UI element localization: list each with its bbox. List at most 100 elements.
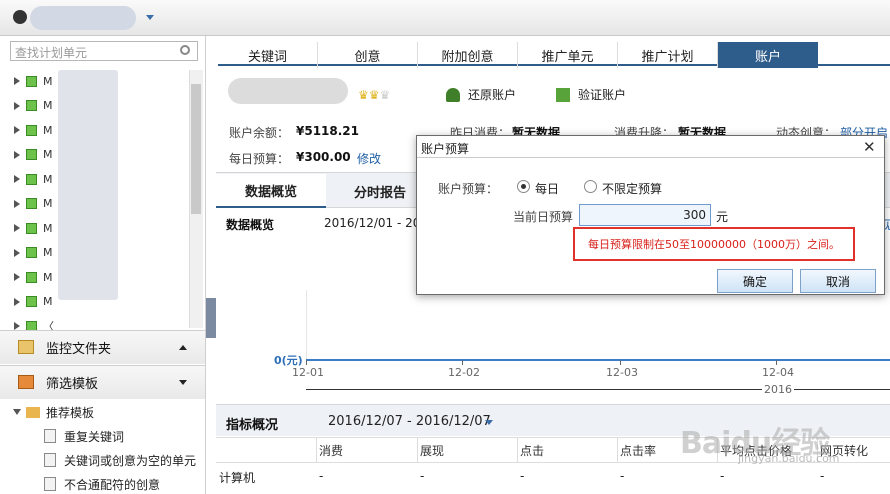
search-icon[interactable] bbox=[180, 45, 190, 55]
balance-label: 账户余额： bbox=[229, 126, 290, 140]
tree-row-label: M bbox=[43, 74, 53, 88]
chart-x-tick bbox=[620, 360, 621, 365]
verify-check-icon bbox=[556, 87, 570, 102]
chart-x-tick bbox=[306, 360, 307, 365]
column-divider bbox=[617, 437, 618, 463]
daily-budget-value: ¥300.00 bbox=[296, 150, 351, 164]
dialog-close-icon[interactable]: ✕ bbox=[863, 138, 876, 156]
chart-year-line bbox=[306, 389, 890, 390]
expand-triangle-icon[interactable] bbox=[14, 126, 20, 134]
budget-dialog: 账户预算 ✕ 账户预算： 每日 不限定预算 当前日预算 300 元 每日预算限制… bbox=[416, 135, 885, 295]
plan-icon bbox=[26, 75, 37, 87]
filter-template-panel[interactable]: 筛选模板 bbox=[0, 365, 205, 399]
expand-down-icon[interactable] bbox=[179, 380, 187, 385]
radio-daily-label[interactable]: 每日 bbox=[535, 180, 559, 197]
plan-icon bbox=[26, 296, 37, 307]
modify-budget-link[interactable]: 修改 bbox=[357, 150, 381, 167]
dialog-title-bar bbox=[417, 136, 884, 158]
expand-triangle-icon[interactable] bbox=[14, 273, 20, 281]
column-divider bbox=[417, 437, 418, 463]
template-folder-icon bbox=[26, 406, 40, 418]
rating-icons: ♛♛♛ bbox=[358, 88, 391, 102]
template-item-label: 重复关键词 bbox=[64, 429, 125, 444]
chart-x-tick-label: 12-01 bbox=[292, 366, 324, 379]
tree-row-label: M bbox=[43, 295, 53, 308]
chart-plot-area bbox=[306, 290, 890, 360]
tree-names-blurred bbox=[58, 70, 118, 300]
dialog-title: 账户预算 bbox=[421, 142, 470, 156]
expand-triangle-icon[interactable] bbox=[14, 297, 20, 306]
template-item-label: 不合通配符的创意 bbox=[64, 477, 161, 492]
tab-0[interactable]: 关键词 bbox=[218, 42, 318, 68]
user-menu-chevron-icon[interactable] bbox=[146, 15, 154, 20]
restore-account-button[interactable]: 还原账户 bbox=[446, 86, 516, 103]
budget-amount-input[interactable]: 300 bbox=[579, 204, 711, 226]
tab-4[interactable]: 推广计划 bbox=[618, 42, 718, 68]
monitor-folder-panel[interactable]: 监控文件夹 bbox=[0, 330, 205, 364]
expand-triangle-icon[interactable] bbox=[14, 224, 20, 232]
daily-budget-label: 每日预算： bbox=[229, 152, 290, 166]
expand-triangle-icon[interactable] bbox=[14, 248, 20, 257]
template-item[interactable]: 重复关键词 bbox=[44, 426, 124, 446]
cancel-button[interactable]: 取消 bbox=[800, 269, 876, 293]
tree-row-label: M bbox=[43, 270, 53, 284]
tab-1[interactable]: 创意 bbox=[318, 42, 418, 68]
baidu-watermark-url: jingyan.baidu.com bbox=[738, 452, 840, 465]
metrics-title: 指标概况 bbox=[226, 418, 279, 433]
metrics-column-header: 点击率 bbox=[620, 444, 657, 458]
ok-button[interactable]: 确定 bbox=[717, 269, 793, 293]
tab-hourly-report[interactable]: 分时报告 bbox=[334, 174, 426, 208]
plan-icon bbox=[26, 173, 37, 185]
budget-warning-text: 每日预算限制在50至10000000（1000万）之间。 bbox=[588, 238, 840, 251]
plan-icon bbox=[26, 222, 37, 234]
plan-icon bbox=[26, 247, 37, 258]
chart-x-tick-label: 12-02 bbox=[448, 366, 480, 379]
expand-triangle-icon[interactable] bbox=[14, 199, 20, 208]
date-dropdown-icon[interactable] bbox=[485, 420, 493, 425]
chart-x-tick-label: 12-03 bbox=[606, 366, 638, 379]
filter-icon bbox=[18, 375, 34, 389]
tree-row-label: M bbox=[43, 148, 53, 161]
radio-unlimited-label[interactable]: 不限定预算 bbox=[602, 180, 662, 197]
username-blurred bbox=[30, 6, 136, 30]
metrics-row-label: 计算机 bbox=[219, 471, 256, 485]
plan-icon bbox=[26, 100, 37, 111]
folder-icon bbox=[18, 340, 34, 354]
overview-date-range: 2016/12/01 - 20 bbox=[324, 216, 421, 230]
tab-2[interactable]: 附加创意 bbox=[418, 42, 518, 68]
chart-year-label: 2016 bbox=[762, 383, 794, 396]
verify-account-button[interactable]: 验证账户 bbox=[556, 86, 626, 103]
metrics-cell: - bbox=[720, 469, 725, 483]
tab-5[interactable]: 账户 bbox=[718, 42, 818, 68]
budget-unit: 元 bbox=[716, 210, 729, 224]
collapse-up-icon[interactable] bbox=[179, 345, 187, 350]
tree-scrollbar-thumb[interactable] bbox=[191, 84, 201, 214]
expand-triangle-icon[interactable] bbox=[14, 77, 20, 85]
expand-triangle-icon[interactable] bbox=[14, 322, 20, 330]
expand-triangle-icon[interactable] bbox=[14, 150, 20, 159]
expand-triangle-icon[interactable] bbox=[14, 175, 20, 183]
plan-search-input[interactable]: 查找计划单元 bbox=[10, 41, 198, 61]
metrics-cell: - bbox=[620, 469, 625, 483]
metrics-cell: - bbox=[820, 469, 825, 483]
recommend-template-row[interactable]: 推荐模板 bbox=[13, 403, 94, 421]
metrics-date-range[interactable]: 2016/12/07 - 2016/12/07 bbox=[328, 414, 491, 429]
tab-3[interactable]: 推广单元 bbox=[518, 42, 618, 68]
account-name-blurred bbox=[228, 78, 348, 104]
expand-triangle-icon[interactable] bbox=[14, 101, 20, 110]
chart-x-tick-label: 12-04 bbox=[762, 366, 794, 379]
radio-unlimited[interactable] bbox=[584, 180, 597, 193]
sidebar-collapse-handle[interactable] bbox=[206, 298, 216, 338]
template-item[interactable]: 关键词或创意为空的单元 bbox=[44, 450, 196, 470]
tab-data-overview[interactable]: 数据概览 bbox=[216, 174, 326, 208]
metrics-cell: - bbox=[520, 469, 525, 483]
radio-daily[interactable] bbox=[517, 180, 530, 193]
user-icon bbox=[13, 10, 27, 24]
restore-user-icon bbox=[446, 87, 460, 102]
template-item[interactable]: 不合通配符的创意 bbox=[44, 474, 160, 494]
metrics-column-header: 点击 bbox=[520, 444, 545, 458]
overview-title: 数据概览 bbox=[226, 218, 275, 232]
template-doc-icon bbox=[44, 453, 56, 467]
tree-row-label: M bbox=[43, 99, 53, 112]
tree-row-label: M bbox=[43, 221, 53, 235]
